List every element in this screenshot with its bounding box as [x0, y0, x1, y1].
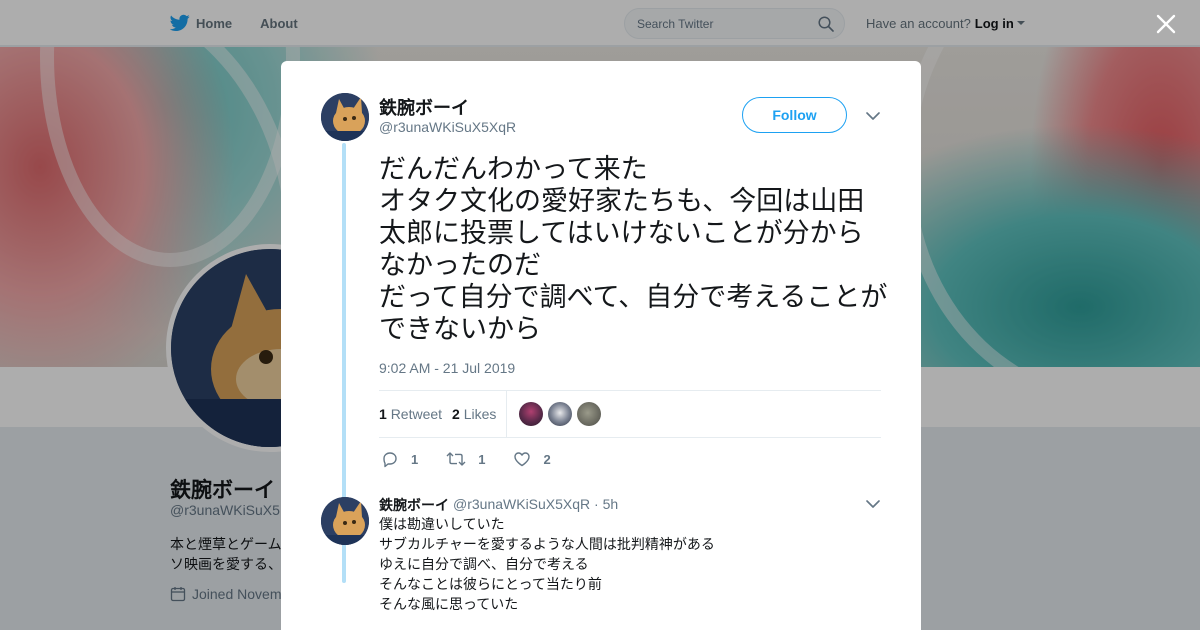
tweet-stats: 1 Retweet 2 Likes [379, 390, 881, 438]
like-action[interactable]: 2 [513, 450, 551, 468]
reply-icon [383, 452, 397, 468]
author-avatar[interactable] [321, 93, 369, 141]
like-count: 2 [543, 451, 551, 467]
heart-icon [514, 452, 531, 467]
reply-action[interactable]: 1 [381, 450, 418, 468]
chevron-down-icon[interactable] [865, 108, 881, 124]
liker-avatar[interactable] [577, 402, 602, 426]
retweet-count: 1 [478, 451, 486, 467]
liker-avatar[interactable] [519, 402, 544, 426]
retweet-icon [446, 452, 466, 466]
cat-avatar-image [321, 497, 369, 545]
retweet-action[interactable]: 1 [446, 450, 485, 468]
retweet-stat-label: Retweet [390, 406, 443, 422]
reply-text: 僕は勘違いしていた サブカルチャーを愛するような人間は批判精神がある ゆえに自分… [379, 516, 715, 612]
chevron-down-icon[interactable] [865, 496, 881, 512]
likes-stat[interactable]: 2 Likes [452, 406, 496, 422]
reply-count: 1 [411, 451, 419, 467]
retweet-stat[interactable]: 1 Retweet [379, 406, 442, 422]
tweet-author-name[interactable]: 鉄腕ボーイ [379, 94, 469, 120]
retweet-stat-count: 1 [379, 406, 387, 422]
liker-avatar[interactable] [548, 402, 573, 426]
reply-author-name[interactable]: 鉄腕ボーイ [379, 495, 449, 515]
reply-meta[interactable]: @r3unaWKiSuX5XqR · 5h [453, 496, 618, 512]
tweet-timestamp[interactable]: 9:02 AM - 21 Jul 2019 [379, 360, 515, 376]
close-icon[interactable] [1155, 13, 1177, 35]
cat-avatar-image [321, 93, 369, 141]
stats-divider [506, 390, 508, 438]
tweet-author-handle[interactable]: @r3unaWKiSuX5XqR [379, 119, 516, 135]
tweet-modal: 鉄腕ボーイ @r3unaWKiSuX5XqR Follow だんだんわかって来た… [281, 61, 921, 630]
likes-stat-count: 2 [452, 406, 460, 422]
tweet-actions: 1 1 2 [381, 447, 579, 471]
follow-button[interactable]: Follow [742, 97, 847, 133]
tweet-text: だんだんわかって来た オタク文化の愛好家たちも、今回は山田太郎に投票してはいけな… [379, 154, 888, 344]
likes-stat-label: Likes [463, 406, 497, 422]
reply-author-avatar[interactable] [321, 497, 369, 545]
